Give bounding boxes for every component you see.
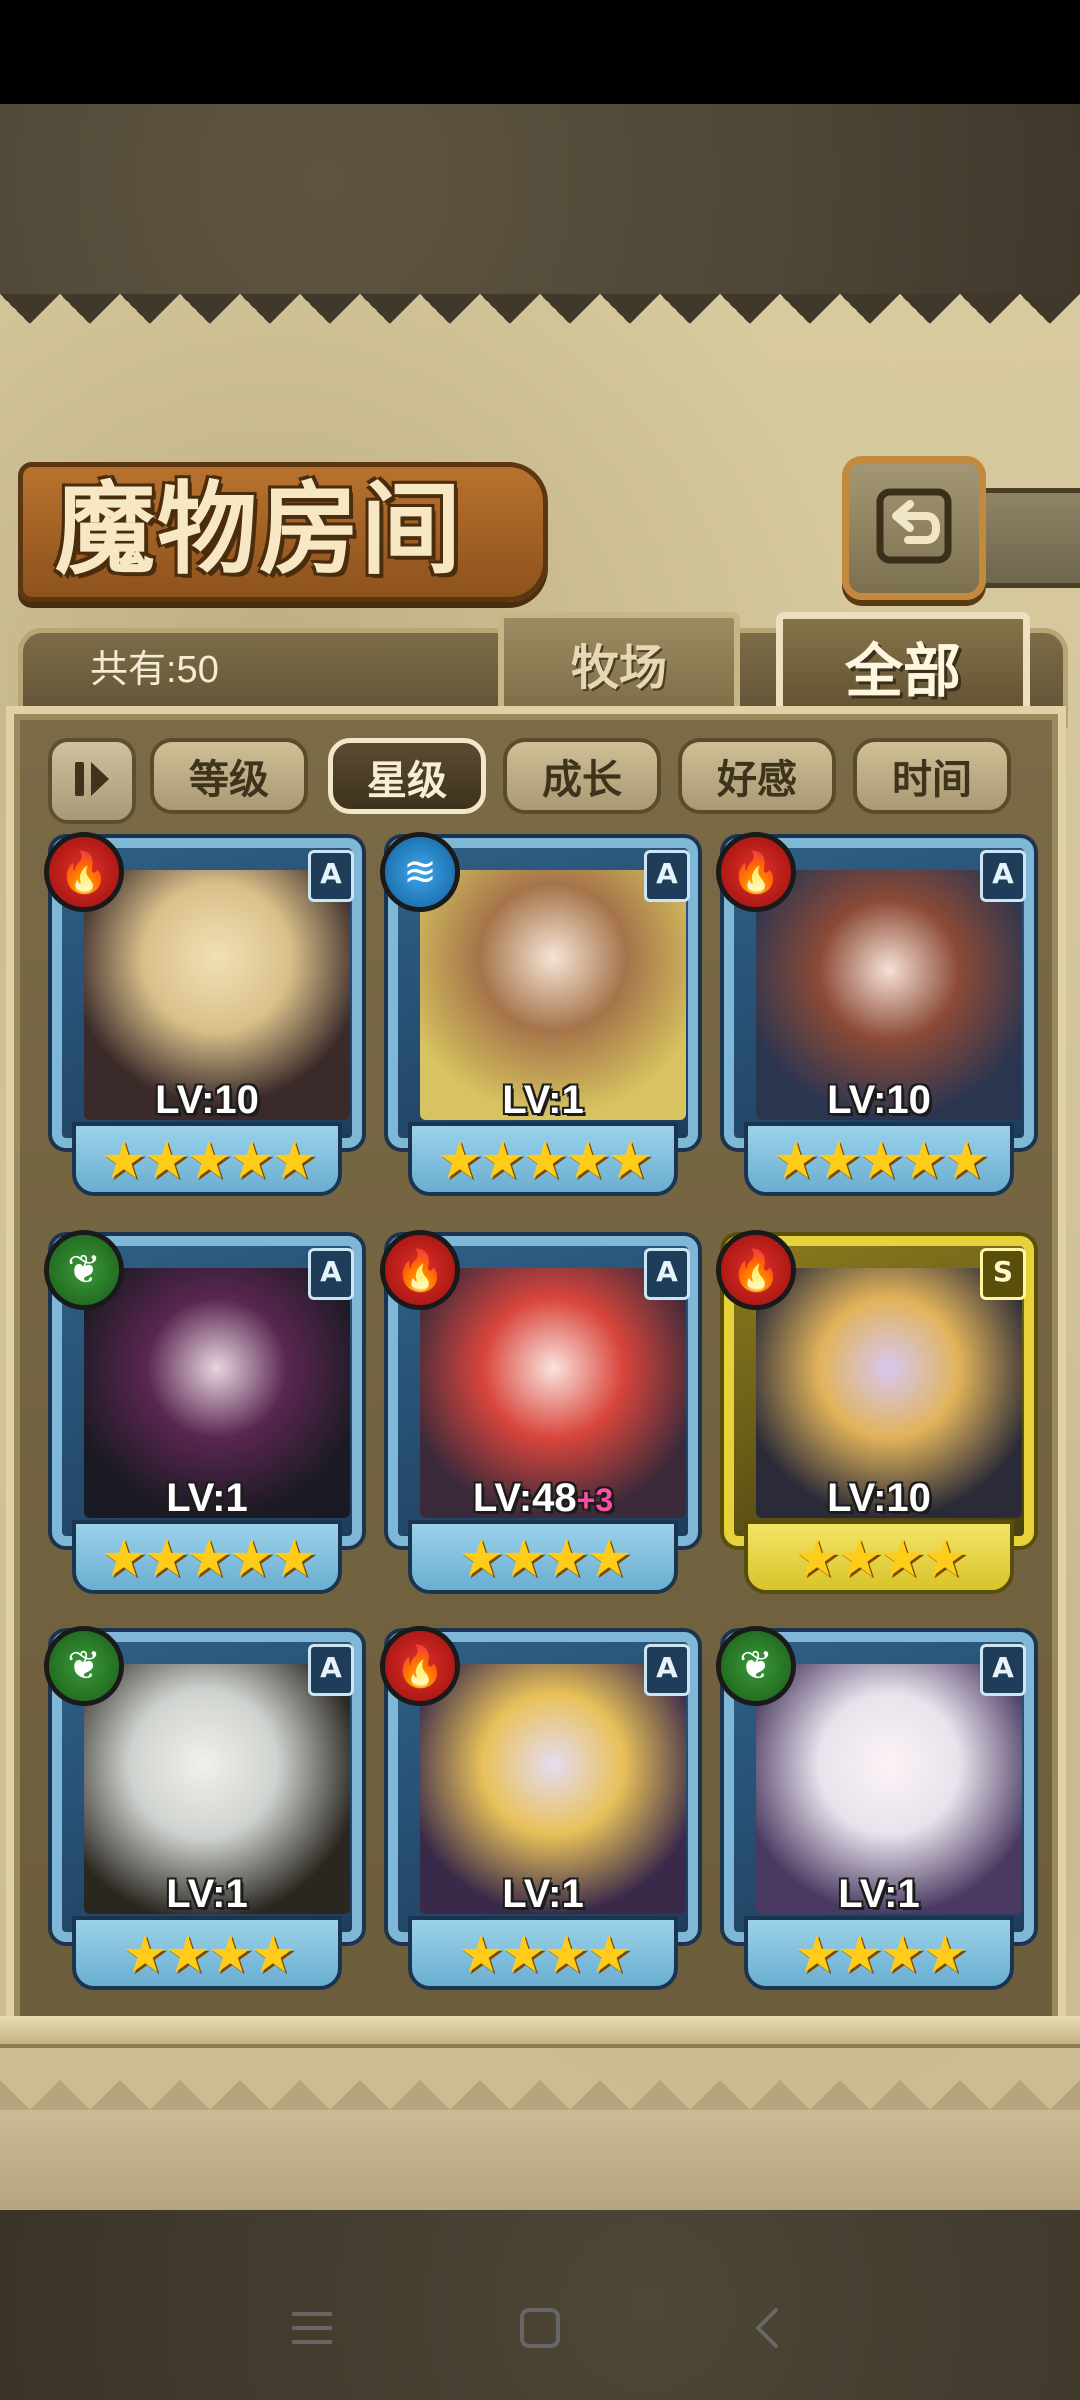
rank-badge: A — [980, 1644, 1026, 1696]
level-value: LV:1 — [166, 1872, 248, 1916]
level-value: LV:48 — [472, 1476, 577, 1520]
monster-card[interactable]: 🔥 A LV:10 ★★★★★ — [716, 832, 1034, 1200]
monster-card[interactable]: 🔥 A LV:48+3 ★★★★ — [380, 1230, 698, 1598]
level-label: LV:1 — [388, 1872, 698, 1917]
status-bar — [0, 0, 1080, 104]
monster-card[interactable]: ❦ A LV:1 ★★★★ — [716, 1626, 1034, 1994]
star-rating: ★★★★★ — [72, 1122, 342, 1196]
level-bonus: +3 — [576, 1482, 614, 1518]
sort-button-affection[interactable]: 好感 — [678, 738, 836, 814]
system-nav-bar — [0, 2260, 1080, 2400]
level-label: LV:10 — [724, 1078, 1034, 1123]
fire-element-icon: 🔥 — [44, 832, 124, 912]
home-icon — [518, 2306, 562, 2354]
level-value: LV:1 — [166, 1476, 248, 1520]
monster-card[interactable]: 🔥 S LV:10 ★★★★ — [716, 1230, 1034, 1598]
star-rating: ★★★★★ — [744, 1122, 1014, 1196]
sort-order-toggle[interactable] — [48, 738, 136, 824]
back-arrow-icon — [874, 486, 954, 570]
rank-badge: A — [308, 1248, 354, 1300]
back-icon — [746, 2306, 790, 2354]
star-rating: ★★★★ — [408, 1520, 678, 1594]
monster-card[interactable]: 🔥 A LV:10 ★★★★★ — [44, 832, 362, 1200]
level-value: LV:10 — [155, 1078, 259, 1122]
page-title: 魔物房间 — [55, 470, 463, 588]
rank-badge: A — [644, 1644, 690, 1696]
level-value: LV:10 — [827, 1078, 931, 1122]
wood-element-icon: ❦ — [716, 1626, 796, 1706]
star-rating: ★★★★ — [408, 1916, 678, 1990]
level-value: LV:1 — [502, 1872, 584, 1916]
level-label: LV:10 — [724, 1476, 1034, 1521]
level-value: LV:1 — [502, 1078, 584, 1122]
sort-button-growth[interactable]: 成长 — [503, 738, 661, 814]
level-label: LV:1 — [52, 1476, 362, 1521]
nav-back-button[interactable] — [718, 2290, 818, 2370]
sort-order-icon — [67, 754, 117, 808]
level-label: LV:48+3 — [388, 1476, 698, 1521]
wood-element-icon: ❦ — [44, 1230, 124, 1310]
rank-badge: A — [644, 850, 690, 902]
level-label: LV:1 — [52, 1872, 362, 1917]
star-rating: ★★★★★ — [408, 1122, 678, 1196]
nav-menu-button[interactable] — [262, 2290, 362, 2370]
level-value: LV:10 — [827, 1476, 931, 1520]
monster-card[interactable]: ❦ A LV:1 ★★★★★ — [44, 1230, 362, 1598]
water-element-icon: ≋ — [380, 832, 460, 912]
level-label: LV:1 — [388, 1078, 698, 1123]
panel-bottom-rail — [0, 2016, 1080, 2048]
star-rating: ★★★★ — [744, 1520, 1014, 1594]
back-button[interactable] — [842, 456, 986, 600]
sort-button-time[interactable]: 时间 — [853, 738, 1011, 814]
fire-element-icon: 🔥 — [716, 1230, 796, 1310]
zigzag-border-top — [0, 294, 1080, 354]
zigzag-border-bottom — [0, 2050, 1080, 2110]
nav-home-button[interactable] — [490, 2290, 590, 2370]
fire-element-icon: 🔥 — [380, 1230, 460, 1310]
star-rating: ★★★★ — [744, 1916, 1014, 1990]
rank-badge: A — [644, 1248, 690, 1300]
sort-button-stars[interactable]: 星级 — [328, 738, 486, 814]
monster-card[interactable]: ❦ A LV:1 ★★★★ — [44, 1626, 362, 1994]
level-value: LV:1 — [838, 1872, 920, 1916]
rank-badge: A — [980, 850, 1026, 902]
monster-card[interactable]: 🔥 A LV:1 ★★★★ — [380, 1626, 698, 1994]
level-label: LV:10 — [52, 1078, 362, 1123]
fire-element-icon: 🔥 — [380, 1626, 460, 1706]
level-label: LV:1 — [724, 1872, 1034, 1917]
map-background-top — [0, 104, 1080, 294]
rank-badge: A — [308, 1644, 354, 1696]
monster-card[interactable]: ≋ A LV:1 ★★★★★ — [380, 832, 698, 1200]
fire-element-icon: 🔥 — [716, 832, 796, 912]
rank-badge: A — [308, 850, 354, 902]
wood-element-icon: ❦ — [44, 1626, 124, 1706]
sort-button-level[interactable]: 等级 — [150, 738, 308, 814]
star-rating: ★★★★ — [72, 1916, 342, 1990]
monster-count: 共有:50 — [90, 649, 219, 691]
rank-badge: S — [980, 1248, 1026, 1300]
star-rating: ★★★★★ — [72, 1520, 342, 1594]
parchment-bottom-strip — [0, 2110, 1080, 2210]
menu-icon — [290, 2308, 334, 2352]
